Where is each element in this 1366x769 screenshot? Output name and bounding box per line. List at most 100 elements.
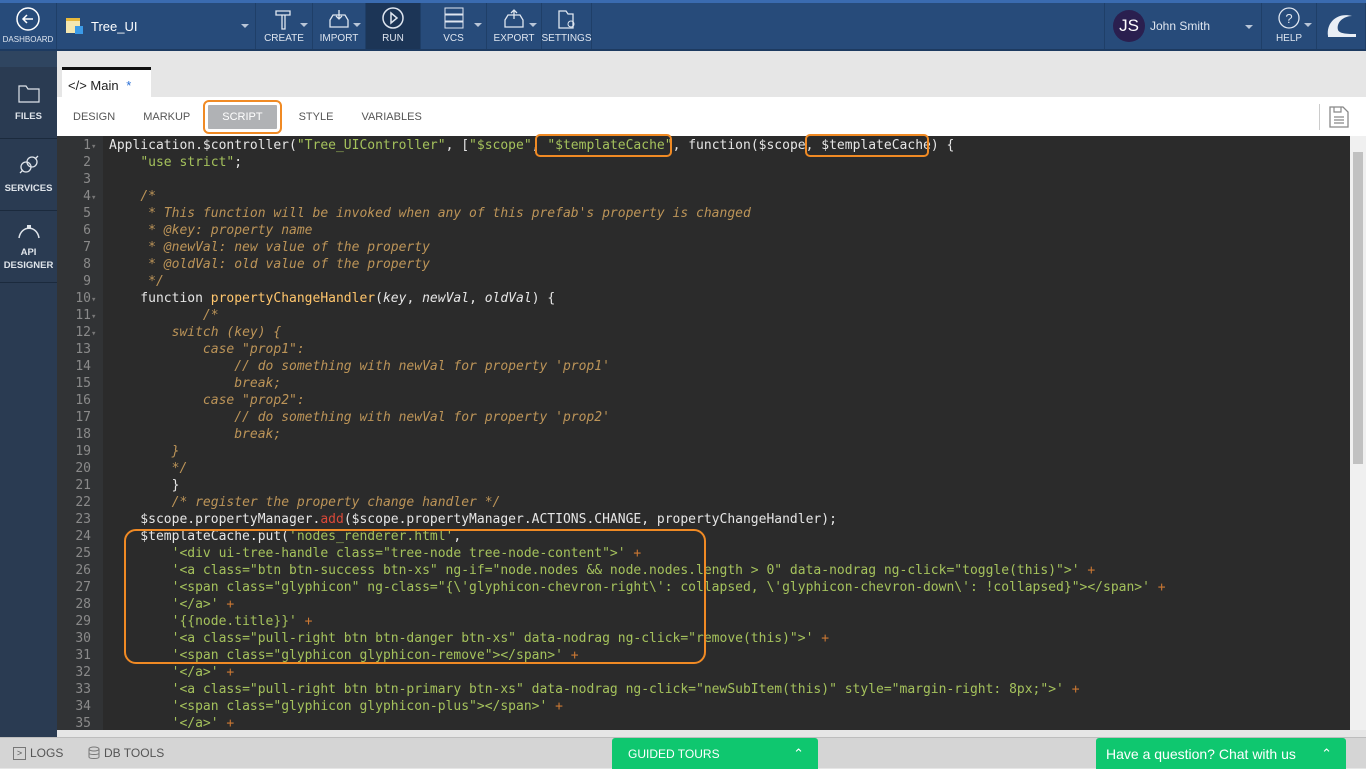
help-button[interactable]: ? HELP: [1262, 3, 1317, 49]
code-line: 19 }: [57, 443, 1350, 460]
user-name: John Smith: [1150, 19, 1211, 33]
code-text: case "prop1":: [109, 341, 305, 358]
code-token: // do something with newVal for property…: [234, 410, 610, 425]
code-token: ,: [531, 138, 548, 153]
tab-design[interactable]: DESIGN: [59, 105, 129, 129]
code-text: '</a>' +: [109, 596, 235, 613]
tab-script[interactable]: SCRIPT: [203, 99, 282, 134]
code-token: Application.$controller(: [109, 138, 297, 153]
code-token: '<a class="pull-right btn btn-primary bt…: [171, 682, 1064, 697]
code-line: 3: [57, 171, 1350, 188]
code-line: 21 }: [57, 477, 1350, 494]
code-text: '</a>' +: [109, 715, 235, 730]
project-selector[interactable]: Tree_UI: [57, 3, 256, 49]
line-number: 13: [75, 342, 91, 357]
code-token: +: [296, 614, 313, 629]
code-line: 27 '<span class="glyphicon" ng-class="{\…: [57, 579, 1350, 596]
line-number: 29: [75, 614, 91, 629]
vcs-label: VCS: [443, 33, 464, 44]
scrollbar-thumb[interactable]: [1353, 152, 1363, 464]
plug-icon: [19, 155, 38, 174]
script-editor[interactable]: 1▾ Application.$controller("Tree_UIContro…: [57, 136, 1350, 730]
settings-button[interactable]: SETTINGS: [542, 3, 592, 49]
chevron-down-icon: [1245, 25, 1253, 29]
line-number: 5: [83, 206, 91, 221]
bezier-icon: [17, 224, 40, 238]
code-token: propertyChangeHandler: [210, 291, 376, 306]
code-text: function propertyChangeHandler(key, newV…: [109, 290, 555, 307]
code-text: '<span class="glyphicon glyphicon-plus">…: [109, 698, 563, 715]
create-button[interactable]: CREATE: [256, 3, 313, 49]
code-token: /*: [140, 189, 156, 204]
code-line: 7 * @newVal: new value of the property: [57, 239, 1350, 256]
back-arrow-icon: [16, 7, 40, 31]
vcs-button[interactable]: VCS: [421, 3, 487, 49]
sidebar-item-api-designer[interactable]: API DESIGNER: [0, 211, 57, 283]
code-token: "Tree_UIController": [296, 138, 446, 153]
user-menu[interactable]: JS John Smith: [1104, 3, 1262, 49]
chevron-down-icon: [474, 23, 482, 27]
code-token: // do something with newVal for property…: [234, 359, 610, 374]
code-token: ,: [406, 291, 423, 306]
code-text: Application.$controller("Tree_UIControll…: [109, 137, 954, 154]
sidebar-item-services[interactable]: SERVICES: [0, 139, 57, 211]
code-line: 26 '<a class="btn btn-success btn-xs" ng…: [57, 562, 1350, 579]
modified-indicator: *: [126, 78, 132, 93]
code-token: +: [813, 631, 830, 646]
code-text: $templateCache.put('nodes_renderer.html'…: [109, 528, 461, 545]
code-text: '{{node.title}}' +: [109, 613, 313, 630]
code-line: 13 case "prop1":: [57, 341, 1350, 358]
code-line: 5 * This function will be invoked when a…: [57, 205, 1350, 222]
line-number: 20: [75, 461, 91, 476]
line-number: 8: [83, 257, 91, 272]
code-text: '<a class="pull-right btn btn-primary bt…: [109, 681, 1080, 698]
line-number: 30: [75, 631, 91, 646]
code-token: }: [171, 444, 180, 459]
code-token: '{{node.title}}': [171, 614, 297, 629]
tab-main[interactable]: </> Main *: [62, 67, 151, 97]
sidebar-item-files[interactable]: FILES: [0, 67, 57, 139]
line-number: 33: [75, 682, 91, 697]
terminal-icon: >: [13, 746, 26, 760]
tab-style[interactable]: STYLE: [285, 105, 348, 129]
code-text: $scope.propertyManager.add($scope.proper…: [109, 511, 837, 528]
server-icon: [444, 7, 463, 29]
code-token: '</a>': [171, 597, 219, 612]
line-number: 35: [75, 716, 91, 730]
db-tools-button[interactable]: DB TOOLS: [88, 746, 164, 760]
import-button[interactable]: IMPORT: [313, 3, 366, 49]
code-line: 35 '</a>' +: [57, 715, 1350, 730]
folder-icon: [17, 85, 40, 103]
chat-button[interactable]: Have a question? Chat with us ⌃: [1096, 738, 1346, 769]
export-button[interactable]: EXPORT: [487, 3, 542, 49]
tab-markup[interactable]: MARKUP: [129, 105, 204, 129]
code-token: $templateCache.put(: [109, 529, 290, 544]
line-number: 19: [75, 444, 91, 459]
run-button[interactable]: RUN: [366, 3, 421, 49]
line-number: 24: [75, 529, 91, 544]
tab-variables[interactable]: VARIABLES: [347, 105, 435, 129]
code-text: break;: [109, 375, 281, 392]
editor-mode-tabs: DESIGN MARKUP SCRIPT STYLE VARIABLES: [57, 97, 1366, 136]
code-text: '<span class="glyphicon glyphicon-remove…: [109, 647, 579, 664]
logs-label: LOGS: [30, 746, 64, 760]
line-number: 23: [75, 512, 91, 527]
sidebar-item-label: FILES: [15, 111, 42, 122]
play-icon: [382, 7, 404, 29]
vertical-scrollbar[interactable]: [1350, 136, 1366, 730]
code-line: 17 // do something with newVal for prope…: [57, 409, 1350, 426]
guided-tours-button[interactable]: GUIDED TOURS ⌃: [612, 738, 818, 769]
code-token: , [: [445, 138, 470, 153]
line-number: 16: [75, 393, 91, 408]
code-text: '<div ui-tree-handle class="tree-node tr…: [109, 545, 642, 562]
save-icon[interactable]: [1328, 105, 1350, 129]
logs-button[interactable]: > LOGS: [13, 746, 63, 760]
dashboard-button[interactable]: DASHBOARD: [0, 3, 57, 49]
wave-logo-icon: [1327, 14, 1356, 37]
code-token: +: [218, 597, 235, 612]
code-line: 12▾ switch (key) {: [57, 324, 1350, 341]
